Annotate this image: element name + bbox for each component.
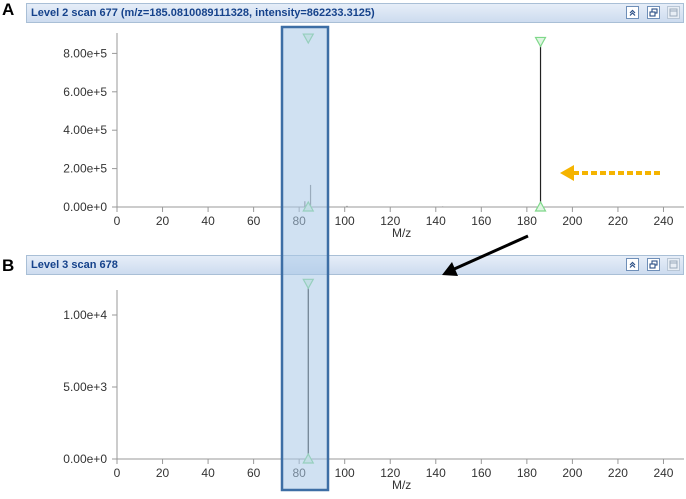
maximize-icon[interactable] xyxy=(667,258,680,271)
x-tick-label: 100 xyxy=(335,214,355,228)
x-tick-label: 220 xyxy=(608,214,628,228)
y-tick-label: 0.00e+0 xyxy=(63,452,107,466)
panel-b-title: Level 3 scan 678 xyxy=(31,259,118,271)
y-tick-label: 4.00e+5 xyxy=(63,123,107,137)
x-tick-label: 80 xyxy=(292,214,306,228)
y-tick-label: 6.00e+5 xyxy=(63,85,107,99)
panel-a-spectrum-plot[interactable]: 0 20 40 60 80 100 120 140 160 180 200 220 2400.00e+0… xyxy=(0,23,686,253)
y-tick-label: 8.00e+5 xyxy=(63,46,107,60)
x-tick-label: 20 xyxy=(156,214,170,228)
x-tick-label: 100 xyxy=(335,466,355,480)
x-tick-label: 60 xyxy=(247,214,261,228)
peak-marker xyxy=(302,278,315,290)
x-tick-label: 0 xyxy=(114,214,121,228)
x-tick-label: 40 xyxy=(201,214,215,228)
y-tick-label: 2.00e+5 xyxy=(63,162,107,176)
x-tick-label: 200 xyxy=(562,466,582,480)
restore-icon[interactable] xyxy=(646,6,660,19)
x-tick-label: 200 xyxy=(562,214,582,228)
collapse-icon[interactable] xyxy=(626,258,640,271)
peak-marker xyxy=(302,33,315,45)
panel-a-letter: A xyxy=(2,0,15,19)
x-tick-label: 20 xyxy=(156,466,170,480)
x-tick-label: 160 xyxy=(471,466,491,480)
x-tick-label: 180 xyxy=(517,214,537,228)
x-axis-title: M/z xyxy=(392,226,411,240)
peak-marker xyxy=(534,36,547,48)
x-tick-label: 140 xyxy=(426,466,446,480)
x-tick-label: 240 xyxy=(653,214,673,228)
collapse-icon[interactable] xyxy=(626,6,640,19)
x-tick-label: 60 xyxy=(247,466,261,480)
x-tick-label: 80 xyxy=(292,466,306,480)
panel-b-letter: B xyxy=(2,256,15,275)
panel-a-titlebar: Level 2 scan 677 (m/z=185.0810089111328,… xyxy=(26,3,684,23)
x-tick-label: 220 xyxy=(608,466,628,480)
panel-b-titlebar: Level 3 scan 678 xyxy=(26,255,684,275)
x-tick-label: 180 xyxy=(517,466,537,480)
panel-b-spectrum-plot[interactable]: 0 20 40 60 80 100 120 140 160 180 200 220 2400.00e+0… xyxy=(0,276,686,498)
x-tick-label: 140 xyxy=(426,214,446,228)
panel-a-title: Level 2 scan 677 (m/z=185.0810089111328,… xyxy=(31,7,375,19)
y-tick-label: 0.00e+0 xyxy=(63,200,107,214)
maximize-icon[interactable] xyxy=(667,6,680,19)
y-tick-label: 5.00e+3 xyxy=(63,380,107,394)
x-tick-label: 40 xyxy=(201,466,215,480)
x-tick-label: 160 xyxy=(471,214,491,228)
restore-icon[interactable] xyxy=(646,258,660,271)
y-tick-label: 1.00e+4 xyxy=(63,308,107,322)
x-tick-label: 0 xyxy=(114,466,121,480)
x-tick-label: 240 xyxy=(653,466,673,480)
x-axis-title: M/z xyxy=(392,478,411,492)
